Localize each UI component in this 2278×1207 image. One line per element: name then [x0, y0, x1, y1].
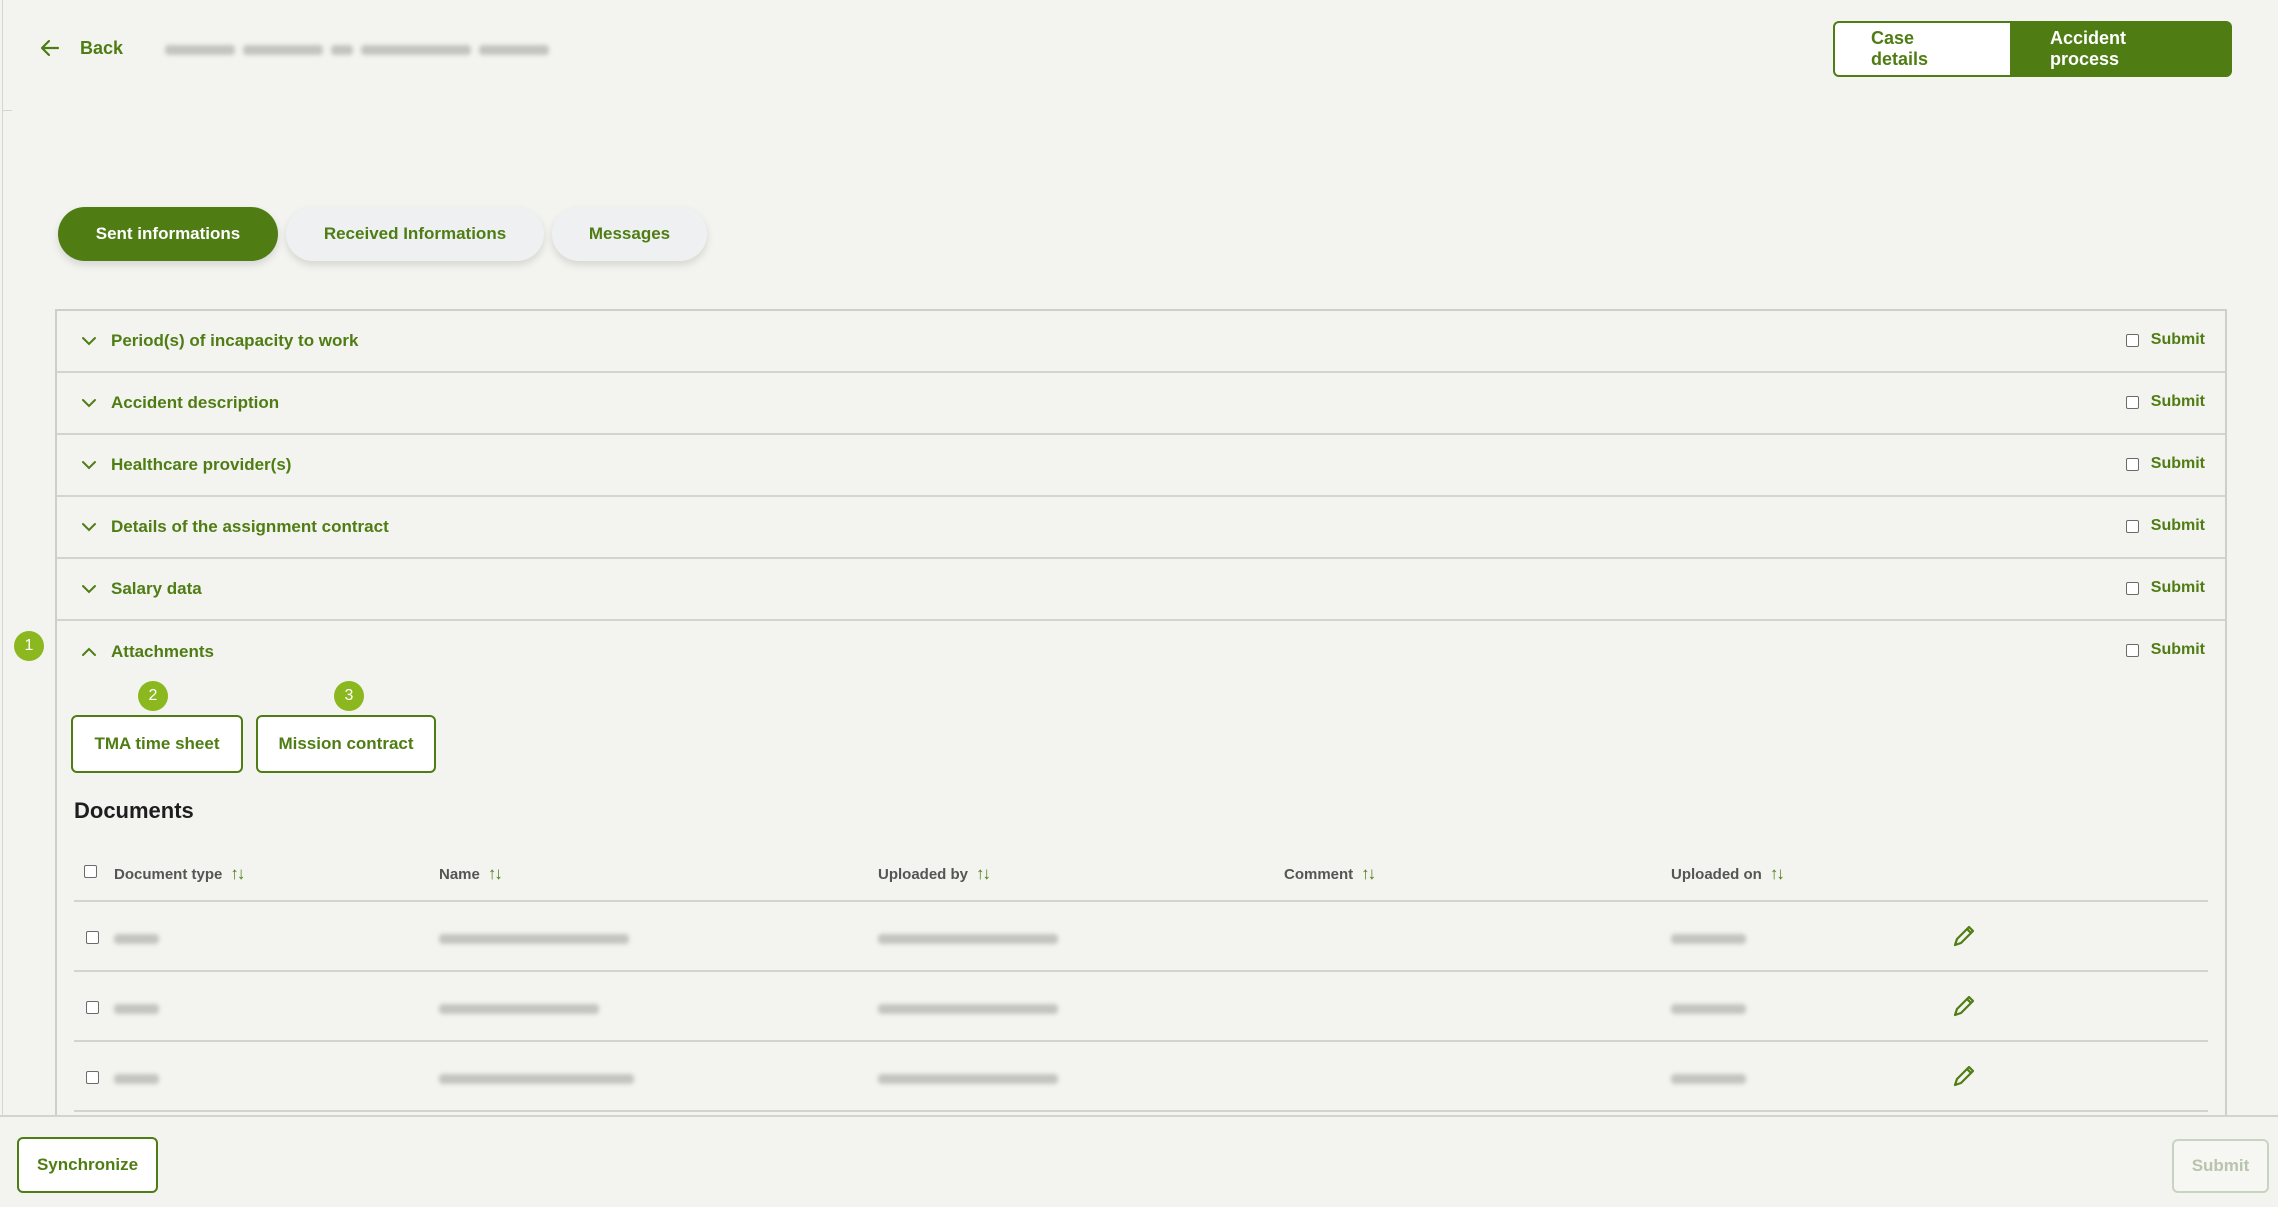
section-title: Details of the assignment contract [111, 517, 389, 536]
table-row[interactable] [74, 902, 2208, 972]
back-label: Back [80, 37, 124, 58]
submit-label: Submit [2150, 455, 2205, 472]
section-incapacity[interactable]: Period(s) of incapacity to work Submit [57, 311, 2225, 373]
table-row[interactable] [74, 1042, 2208, 1112]
row-checkbox[interactable] [86, 1071, 99, 1084]
section-attachments[interactable]: Attachments Submit [57, 621, 2225, 683]
sort-icon[interactable]: ↑↓ [1361, 864, 1376, 884]
redacted-cell [1671, 1074, 1746, 1084]
mission-contract-button[interactable]: Mission contract [256, 715, 436, 773]
redacted-cell [878, 1004, 1058, 1014]
column-document-type[interactable]: Document type ↑↓ [114, 864, 245, 884]
pencil-icon[interactable] [1950, 992, 1978, 1020]
synchronize-button[interactable]: Synchronize [17, 1137, 158, 1193]
row-checkbox[interactable] [86, 1001, 99, 1014]
case-details-button[interactable]: Case details [1833, 21, 2012, 77]
section-title: Salary data [111, 579, 202, 598]
arrow-left-icon [40, 39, 60, 57]
documents-title: Documents [74, 798, 194, 823]
accident-process-button[interactable]: Accident process [2012, 21, 2232, 77]
column-label: Name [439, 865, 480, 883]
back-button[interactable]: Back [38, 36, 123, 60]
submit-label: Submit [2150, 641, 2205, 658]
documents-table-header: Document type ↑↓ Name ↑↓ Uploaded by ↑↓ Com… [74, 852, 2208, 902]
submit-checkbox[interactable] [2125, 519, 2139, 533]
submit-label: Submit [2150, 579, 2205, 596]
column-label: Uploaded by [878, 865, 969, 883]
step-badge: 3 [334, 681, 364, 711]
column-label: Document type [114, 865, 223, 883]
submit-checkbox[interactable] [2125, 457, 2139, 471]
sort-icon[interactable]: ↑↓ [1770, 864, 1785, 884]
tab-sent-informations[interactable]: Sent informations [58, 207, 278, 261]
section-title: Attachments [111, 642, 214, 661]
redacted-cell [1671, 1004, 1746, 1014]
redacted-cell [1671, 934, 1746, 944]
left-tick [2, 110, 12, 111]
redacted-cell [439, 1074, 634, 1084]
redacted-cell [439, 1004, 599, 1014]
sort-icon[interactable]: ↑↓ [976, 864, 991, 884]
chevron-down-icon [82, 523, 96, 532]
section-assignment-contract[interactable]: Details of the assignment contract Submi… [57, 497, 2225, 559]
redacted-cell [114, 934, 159, 944]
info-tabs: Sent informations Received Informations … [58, 207, 707, 261]
section-title: Period(s) of incapacity to work [111, 331, 359, 350]
section-salary-data[interactable]: Salary data Submit [57, 559, 2225, 621]
chevron-down-icon [82, 399, 96, 408]
redacted-cell [439, 934, 629, 944]
step-badge: 2 [138, 681, 168, 711]
redacted-cell [878, 1074, 1058, 1084]
submit-label: Submit [2150, 331, 2205, 348]
column-comment[interactable]: Comment ↑↓ [1284, 864, 1376, 884]
column-uploaded-on[interactable]: Uploaded on ↑↓ [1671, 864, 1785, 884]
row-checkbox[interactable] [86, 931, 99, 944]
submit-label: Submit [2150, 517, 2205, 534]
submit-checkbox[interactable] [2125, 581, 2139, 595]
left-border [2, 0, 3, 1207]
column-uploaded-by[interactable]: Uploaded by ↑↓ [878, 864, 991, 884]
footer-bar: Synchronize Submit [0, 1115, 2278, 1207]
select-all-checkbox[interactable] [84, 865, 97, 878]
section-healthcare-providers[interactable]: Healthcare provider(s) Submit [57, 435, 2225, 497]
chevron-up-icon [82, 647, 96, 656]
tab-messages[interactable]: Messages [552, 207, 707, 261]
table-row[interactable] [74, 972, 2208, 1042]
redacted-cell [878, 934, 1058, 944]
pencil-icon[interactable] [1950, 922, 1978, 950]
step-badge: 1 [14, 631, 44, 661]
tma-time-sheet-button[interactable]: TMA time sheet [71, 715, 243, 773]
section-accident-description[interactable]: Accident description Submit [57, 373, 2225, 435]
submit-button-disabled[interactable]: Submit [2172, 1139, 2269, 1193]
tab-received-informations[interactable]: Received Informations [286, 207, 544, 261]
redacted-cell [114, 1074, 159, 1084]
section-title: Healthcare provider(s) [111, 455, 292, 474]
column-name[interactable]: Name ↑↓ [439, 864, 503, 884]
section-title: Accident description [111, 393, 280, 412]
chevron-down-icon [82, 461, 96, 470]
chevron-down-icon [82, 337, 96, 346]
submit-label: Submit [2150, 393, 2205, 410]
sort-icon[interactable]: ↑↓ [230, 864, 245, 884]
view-switch: Case details Accident process [1833, 21, 2232, 77]
redacted-cell [114, 1004, 159, 1014]
column-label: Comment [1284, 865, 1354, 883]
submit-checkbox[interactable] [2125, 395, 2139, 409]
pencil-icon[interactable] [1950, 1062, 1978, 1090]
submit-checkbox[interactable] [2125, 643, 2139, 657]
column-label: Uploaded on [1671, 865, 1762, 883]
sort-icon[interactable]: ↑↓ [488, 864, 503, 884]
breadcrumb-redacted [165, 43, 555, 57]
chevron-down-icon [82, 585, 96, 594]
submit-checkbox[interactable] [2125, 333, 2139, 347]
